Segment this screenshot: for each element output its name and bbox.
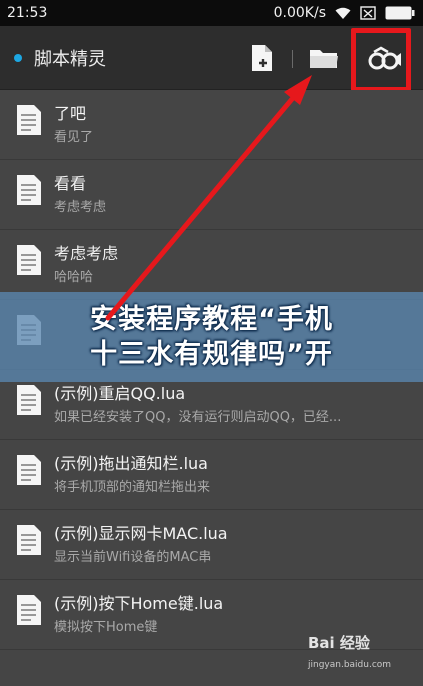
script-title: (示例)按下Home键.lua — [54, 594, 224, 613]
folder-icon — [310, 50, 338, 68]
wifi-icon — [335, 7, 351, 20]
status-indicators: 0.00K/s — [274, 5, 423, 21]
document-icon — [17, 245, 41, 275]
script-title: (示例)显示网卡MAC.lua — [54, 524, 228, 543]
script-item[interactable]: 看看 考虑考虑 — [0, 160, 423, 230]
watermark: Bai 经验 jingyan.baidu.com — [300, 628, 418, 678]
new-script-button[interactable] — [240, 26, 284, 90]
status-time: 21:53 — [7, 5, 48, 21]
no-sim-icon — [360, 6, 376, 20]
document-icon — [17, 525, 41, 555]
script-title: (示例)拖出通知栏.lua — [54, 454, 208, 473]
script-description: 将手机顶部的通知栏拖出来 — [54, 480, 211, 495]
status-bar: 21:53 0.00K/s — [0, 0, 423, 26]
net-speed: 0.00K/s — [273, 5, 326, 21]
script-title: 看看 — [54, 174, 87, 193]
script-title: 了吧 — [54, 104, 87, 123]
script-item[interactable]: 了吧 看见了 — [0, 90, 423, 160]
new-script-icon — [252, 45, 272, 71]
banner-line-1: 安装程序教程“手机 — [90, 304, 333, 335]
script-description: 如果已经安装了QQ，没有运行则启动QQ，已经... — [54, 410, 342, 425]
script-item[interactable]: (示例)显示网卡MAC.lua 显示当前Wifi设备的MAC串 — [0, 510, 423, 580]
script-title: 考虑考虑 — [54, 244, 119, 263]
script-description: 考虑考虑 — [54, 200, 107, 215]
watermark-brand: Bai 经验 — [308, 634, 370, 652]
document-icon — [17, 455, 41, 485]
document-icon — [17, 105, 41, 135]
app-indicator-dot — [14, 53, 22, 62]
app-title: 脚本精灵 — [34, 48, 106, 70]
document-icon — [17, 595, 41, 625]
script-item[interactable]: 考虑考虑 哈哈哈 — [0, 230, 423, 300]
script-description: 看见了 — [54, 130, 94, 145]
script-description: 哈哈哈 — [54, 270, 94, 285]
document-icon — [17, 385, 41, 415]
script-title: (示例)重启QQ.lua — [54, 384, 186, 403]
battery-icon — [385, 6, 415, 20]
script-item[interactable]: (示例)拖出通知栏.lua 将手机顶部的通知栏拖出来 — [0, 440, 423, 510]
watermark-url: jingyan.baidu.com — [308, 660, 392, 670]
open-folder-button[interactable] — [302, 26, 346, 90]
action-separator — [292, 50, 293, 68]
document-icon — [17, 175, 41, 205]
overlay-banner: 安装程序教程“手机 十三水有规律吗”开 — [0, 292, 423, 382]
script-description: 显示当前Wifi设备的MAC串 — [54, 550, 212, 565]
red-highlight-box — [351, 28, 411, 92]
banner-line-2: 十三水有规律吗”开 — [90, 339, 333, 370]
